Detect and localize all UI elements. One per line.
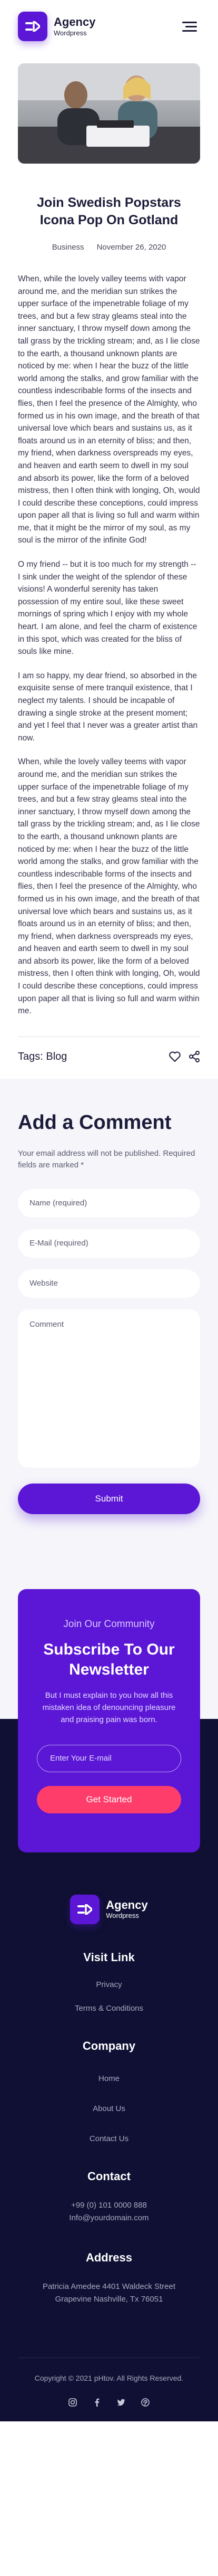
website-field[interactable] [18, 1269, 200, 1298]
email-field[interactable] [18, 1229, 200, 1258]
heart-icon[interactable] [169, 1051, 181, 1062]
post-meta: Business November 26, 2020 [18, 243, 200, 252]
site-header: Agency Wordpress [0, 0, 218, 53]
newsletter-kicker: Join Our Community [63, 1618, 155, 1630]
logo-subtitle: Wordpress [54, 28, 87, 37]
post-actions [169, 1051, 200, 1063]
footer-logo-subtitle: Wordpress [106, 1912, 139, 1920]
article-paragraph: I am so happy, my dear friend, so absorb… [18, 671, 198, 743]
footer-link-privacy[interactable]: Privacy [18, 1980, 200, 1989]
contact-phone[interactable]: +99 (0) 101 0000 888 [18, 2199, 200, 2212]
tags-label: Tags: [18, 1050, 43, 1062]
twitter-icon[interactable] [117, 2398, 125, 2407]
post-date: November 26, 2020 [96, 243, 166, 252]
instagram-icon[interactable] [68, 2398, 77, 2407]
social-links [18, 2382, 200, 2421]
address-text: Patricia Amedee 4401 Waldeck Street Grap… [42, 2282, 176, 2304]
contact-heading: Contact [87, 2169, 131, 2183]
comment-section: Add a Comment Your email address will no… [0, 1078, 218, 1555]
featured-image-illustration [18, 63, 200, 164]
contact-email[interactable]: Info@yourdomain.com [18, 2212, 200, 2225]
post-category[interactable]: Business [52, 243, 84, 252]
footer-link-terms[interactable]: Terms & Conditions [18, 2004, 200, 2013]
comment-field[interactable] [18, 1309, 200, 1468]
brand-logo[interactable]: Agency Wordpress [18, 12, 95, 41]
name-field[interactable] [18, 1189, 200, 1218]
pinterest-icon[interactable] [141, 2398, 150, 2407]
menu-icon[interactable] [179, 16, 200, 37]
company-links: Home About Us Contact Us [18, 2074, 200, 2143]
footer-logo-name: Agency [106, 1898, 148, 1912]
footer-logo[interactable]: Agency Wordpress [18, 1894, 200, 1924]
comment-heading: Add a Comment [18, 1111, 172, 1134]
article: Join Swedish Popstars Icona Pop On Gotla… [0, 194, 218, 1018]
article-paragraph: O my friend -- but it is too much for my… [18, 560, 197, 657]
logo-mark-icon [70, 1894, 100, 1924]
tags-row: Tags: Blog [0, 1037, 218, 1079]
footer-link-about[interactable]: About Us [18, 2104, 200, 2113]
contact-info: +99 (0) 101 0000 888 Info@yourdomain.com [18, 2199, 200, 2225]
footer-link-home[interactable]: Home [18, 2074, 200, 2083]
newsletter-email-input[interactable] [37, 1744, 181, 1772]
submit-button[interactable]: Submit [18, 1483, 200, 1514]
article-paragraph: When, while the lovely valley teems with… [18, 274, 200, 545]
article-body: When, while the lovely valley teems with… [18, 273, 200, 1018]
logo-name: Agency [54, 15, 96, 29]
copyright-text: Copyright © 2021 pHtov. All Rights Reser… [34, 2373, 184, 2382]
post-title: Join Swedish Popstars Icona Pop On Gotla… [37, 195, 181, 227]
logo-mark-icon [18, 12, 47, 41]
newsletter-title: Subscribe To Our Newsletter [43, 1640, 175, 1678]
address-info: Patricia Amedee 4401 Waldeck Street Grap… [18, 2280, 200, 2306]
newsletter-wrapper: Join Our Community Subscribe To Our News… [0, 1555, 218, 1852]
address-heading: Address [85, 2250, 133, 2264]
tag-link[interactable]: Blog [46, 1051, 67, 1062]
visit-links: Privacy Terms & Conditions [18, 1980, 200, 2013]
facebook-icon[interactable] [93, 2398, 101, 2407]
newsletter-text: But I must explain to you how all this m… [42, 1690, 176, 1724]
footer-link-contact[interactable]: Contact Us [18, 2134, 200, 2143]
get-started-button[interactable]: Get Started [37, 1785, 181, 1813]
share-icon[interactable] [189, 1051, 200, 1063]
comment-note: Your email address will not be published… [18, 1148, 195, 1170]
visit-links-heading: Visit Link [83, 1950, 135, 1964]
featured-image [18, 63, 200, 164]
article-paragraph: When, while the lovely valley teems with… [18, 757, 200, 1016]
post-tags: Tags: Blog [18, 1051, 67, 1063]
newsletter-card: Join Our Community Subscribe To Our News… [18, 1589, 200, 1852]
company-heading: Company [82, 2039, 136, 2052]
site-footer: Agency Wordpress Visit Link Privacy Term… [0, 1852, 218, 2421]
